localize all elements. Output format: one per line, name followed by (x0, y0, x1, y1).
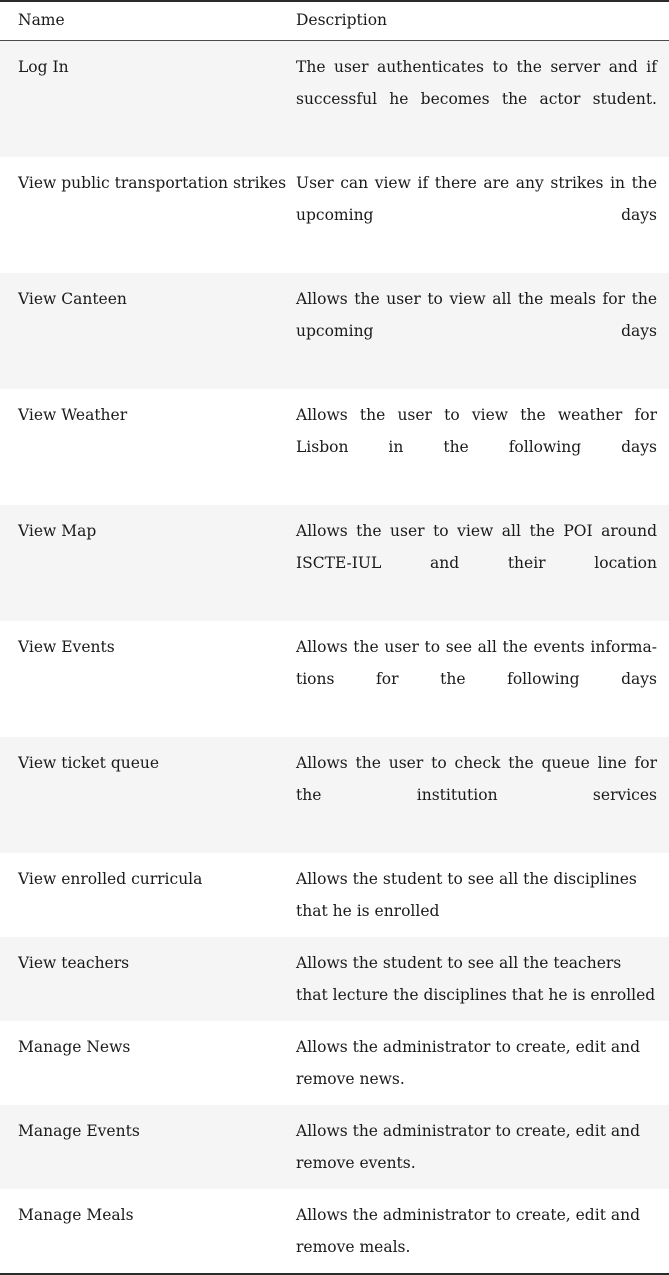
cell-description-text: Allows the user to view all the meals fo… (296, 289, 657, 340)
table-header: Name Description (0, 1, 669, 40)
cell-description-text: Allows the user to view all the POI arou… (296, 521, 657, 572)
cell-description: Allows the student to see all the discip… (296, 852, 669, 937)
cell-description: Allows the administrator to create, edit… (296, 1020, 669, 1105)
cell-name: Manage News (0, 1020, 296, 1105)
use-case-table-container: Name Description Log In The user authenti… (0, 0, 669, 1275)
cell-name: View Events (0, 620, 296, 737)
table-row: View public transportation strikes User c… (0, 156, 669, 273)
cell-name: View Canteen (0, 272, 296, 389)
cell-description: Allows the user to view all the POI arou… (296, 504, 669, 621)
cell-description-text: Allows the administrator to create, edit… (296, 1205, 640, 1256)
table-row: View Map Allows the user to view all the … (0, 504, 669, 621)
cell-description: The user authenticates to the server and… (296, 40, 669, 157)
cell-description: Allows the user to view all the meals fo… (296, 272, 669, 389)
cell-name: View ticket queue (0, 736, 296, 853)
cell-name: View Map (0, 504, 296, 621)
table-row: View enrolled curricula Allows the studen… (0, 852, 669, 937)
table-row: Manage Meals Allows the administrator to … (0, 1188, 669, 1274)
cell-description-text: User can view if there are any strikes i… (296, 173, 657, 224)
cell-name: Manage Events (0, 1104, 296, 1189)
table-header-row: Name Description (0, 1, 669, 40)
cell-description-text: Allows the administrator to create, edit… (296, 1121, 640, 1172)
use-case-table: Name Description Log In The user authenti… (0, 0, 669, 1275)
table-row: View Events Allows the user to see all th… (0, 620, 669, 737)
cell-description-text: Allows the user to see all the events in… (296, 637, 657, 688)
cell-description: Allows the student to see all the teache… (296, 936, 669, 1021)
table-row: Manage Events Allows the administrator to… (0, 1104, 669, 1189)
cell-description-text: Allows the user to check the queue line … (296, 753, 657, 804)
table-row: View teachers Allows the student to see a… (0, 936, 669, 1021)
table-row: View Weather Allows the user to view the … (0, 388, 669, 505)
cell-name: View teachers (0, 936, 296, 1021)
cell-description: User can view if there are any strikes i… (296, 156, 669, 273)
cell-name: View Weather (0, 388, 296, 505)
cell-name: Manage Meals (0, 1188, 296, 1274)
cell-description: Allows the administrator to create, edit… (296, 1188, 669, 1274)
cell-description-text: The user authenticates to the server and… (296, 57, 657, 108)
table-row: Manage News Allows the administrator to c… (0, 1020, 669, 1105)
cell-description-text: Allows the user to view the weather for … (296, 405, 657, 456)
table-row: View ticket queue Allows the user to chec… (0, 736, 669, 853)
cell-name: Log In (0, 40, 296, 157)
column-header-description: Description (296, 11, 388, 29)
cell-description-text: Allows the student to see all the teache… (296, 953, 656, 1004)
cell-description: Allows the user to see all the events in… (296, 620, 669, 737)
table-row: Log In The user authenticates to the serv… (0, 40, 669, 157)
table-row: View Canteen Allows the user to view all … (0, 272, 669, 389)
column-header-name: Name (18, 11, 65, 29)
cell-name: View public transportation strikes (0, 156, 296, 273)
cell-description: Allows the user to check the queue line … (296, 736, 669, 853)
cell-description-text: Allows the administrator to create, edit… (296, 1037, 640, 1088)
cell-description: Allows the user to view the weather for … (296, 388, 669, 505)
cell-name: View enrolled curricula (0, 852, 296, 937)
table-body: Log In The user authenticates to the serv… (0, 40, 669, 1274)
cell-description-text: Allows the student to see all the discip… (296, 869, 637, 920)
cell-description: Allows the administrator to create, edit… (296, 1104, 669, 1189)
